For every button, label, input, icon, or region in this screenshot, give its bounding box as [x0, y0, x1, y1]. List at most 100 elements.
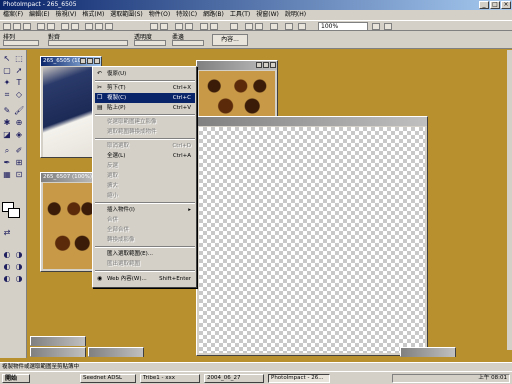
pick-tool-icon[interactable]: ↖	[2, 54, 12, 63]
doc-minimize-button[interactable]	[256, 62, 262, 68]
view-mode-icon-5[interactable]: ◐	[2, 274, 12, 283]
menu-object[interactable]: 物件(O)	[149, 10, 170, 20]
properties-button[interactable]: 內容...	[212, 34, 248, 46]
view-mode-icon-6[interactable]: ◑	[14, 274, 24, 283]
minimized-doc-2[interactable]	[30, 347, 86, 357]
doc-maximize-button[interactable]	[263, 62, 269, 68]
menu-item-select-all[interactable]: 全選(L) Ctrl+A	[95, 151, 195, 161]
view-mode-icon-3[interactable]: ◐	[2, 262, 12, 271]
menu-file[interactable]: 檔案(F)	[3, 10, 23, 20]
document-window-canvas[interactable]	[196, 116, 428, 356]
menu-item-paste[interactable]: ▤ 貼上(P) Ctrl+V	[95, 103, 195, 113]
flip-icon[interactable]	[185, 23, 193, 30]
clone-tool-icon[interactable]: ⊕	[14, 118, 24, 127]
menu-item-shrink[interactable]: 縮小	[95, 191, 195, 201]
taskbar-item-folder[interactable]: 2004_06_27	[204, 374, 264, 383]
menu-item-expand[interactable]: 擴大	[95, 181, 195, 191]
background-color[interactable]	[8, 208, 20, 218]
crop-icon[interactable]	[150, 23, 158, 30]
doc-minimize-button[interactable]	[80, 58, 86, 64]
paste-icon[interactable]	[105, 23, 113, 30]
print-icon[interactable]	[37, 23, 45, 30]
zoom-icon[interactable]	[270, 23, 278, 30]
fill-icon[interactable]	[230, 23, 238, 30]
layout-tool-icon[interactable]: ▦	[2, 170, 12, 179]
effect-icon[interactable]	[245, 23, 253, 30]
menu-tools[interactable]: 工具(T)	[230, 10, 250, 20]
open-icon[interactable]	[13, 23, 21, 30]
menu-effect[interactable]: 特效(C)	[176, 10, 197, 20]
pen-tool-icon[interactable]: ✒	[2, 158, 12, 167]
menu-selection[interactable]: 選取範圍(S)	[110, 10, 143, 20]
fill-tool-icon[interactable]: ◈	[14, 130, 24, 139]
scan-icon[interactable]	[47, 23, 55, 30]
menu-item-deselect[interactable]: 取消選取 Ctrl+D	[95, 141, 195, 151]
transform-tool-icon[interactable]: ⬚	[14, 54, 24, 63]
minimized-doc-3[interactable]	[88, 347, 144, 357]
path-tool-icon[interactable]: ◇	[14, 90, 24, 99]
doc-close-button[interactable]	[94, 58, 100, 64]
eraser-tool-icon[interactable]: ◪	[2, 130, 12, 139]
menu-item-export-selection[interactable]: 匯出選取範圍	[95, 259, 195, 269]
brush-tool-icon[interactable]: 🖌	[14, 106, 24, 115]
menu-item-copy[interactable]: ❐ 複製(C) Ctrl+C	[95, 93, 195, 103]
minimized-doc-1[interactable]	[30, 336, 86, 346]
menu-item-convert-object[interactable]: 選取範圍轉換成物件	[95, 127, 195, 137]
arrange-buttons[interactable]	[3, 40, 39, 46]
document-window-3[interactable]	[196, 60, 278, 122]
zoom-tool-icon[interactable]: ⌕	[2, 146, 12, 155]
menu-item-web-properties[interactable]: ◉ Web 內容(W)... Shift+Enter	[95, 274, 195, 284]
zoom-out-icon[interactable]	[298, 23, 306, 30]
start-button[interactable]: 開始	[2, 374, 30, 383]
view-mode-icon-1[interactable]: ◐	[2, 250, 12, 259]
taskbar-item-tribe[interactable]: Tribe1 - xxx	[140, 374, 200, 383]
soft-edge-field[interactable]	[172, 40, 204, 46]
new-icon[interactable]	[3, 23, 11, 30]
filter-icon[interactable]	[255, 23, 263, 30]
menu-view[interactable]: 檢視(V)	[56, 10, 77, 20]
close-button[interactable]: ×	[501, 1, 511, 9]
menu-item-select[interactable]: 選取	[95, 171, 195, 181]
view-mode-icon-4[interactable]: ◑	[14, 262, 24, 271]
brightness-icon[interactable]	[200, 23, 208, 30]
menu-edit[interactable]: 編輯(E)	[29, 10, 49, 20]
view-mode-icon-2[interactable]: ◑	[14, 250, 24, 259]
doc-close-button[interactable]	[270, 62, 276, 68]
menu-item-import-selection[interactable]: 匯入選取範圍(E)...	[95, 249, 195, 259]
maximize-button[interactable]: □	[490, 1, 500, 9]
menu-format[interactable]: 格式(M)	[82, 10, 104, 20]
menu-item-cut[interactable]: ✂ 剪下(T) Ctrl+X	[95, 83, 195, 93]
menu-item-undo[interactable]: ↶ 復原(U)	[95, 69, 195, 79]
minimize-button[interactable]: _	[479, 1, 489, 9]
lasso-tool-icon[interactable]: ➚	[14, 66, 24, 75]
retouch-tool-icon[interactable]: ✱	[2, 118, 12, 127]
menu-help[interactable]: 說明(H)	[285, 10, 306, 20]
color-icon[interactable]	[210, 23, 218, 30]
cut-icon[interactable]	[85, 23, 93, 30]
eyedropper-tool-icon[interactable]: ✐	[14, 146, 24, 155]
save-icon[interactable]	[23, 23, 31, 30]
align-buttons[interactable]	[48, 40, 128, 46]
copy-icon[interactable]	[95, 23, 103, 30]
menu-item-merge-all[interactable]: 全部合併	[95, 225, 195, 235]
text-tool-icon[interactable]: T	[14, 78, 24, 87]
minimized-doc-4[interactable]	[400, 347, 456, 357]
zoom-in-icon[interactable]	[285, 23, 293, 30]
redo-icon[interactable]	[71, 23, 79, 30]
menu-item-insert-object[interactable]: 插入物件(I) ▸	[95, 205, 195, 215]
menu-item-convert-image[interactable]: 轉換成影像	[95, 235, 195, 245]
transparency-field[interactable]	[134, 40, 166, 46]
undo-icon[interactable]	[61, 23, 69, 30]
doc-maximize-button[interactable]	[87, 58, 93, 64]
rotate-icon[interactable]	[175, 23, 183, 30]
menu-web[interactable]: 網路(B)	[203, 10, 224, 20]
menu-item-invert[interactable]: 反選	[95, 161, 195, 171]
taskbar-item-photoimpact[interactable]: PhotoImpact - 26...	[268, 374, 330, 383]
grid-tool-icon[interactable]: ⊞	[14, 158, 24, 167]
mode-toggle-icon[interactable]: ⇄	[2, 228, 12, 237]
resize-icon[interactable]	[160, 23, 168, 30]
zoom-select[interactable]: 100%	[318, 22, 368, 31]
help-icon[interactable]	[384, 23, 392, 30]
stitch-tool-icon[interactable]: ⊡	[14, 170, 24, 179]
taskbar-item-adsl[interactable]: Seednet ADSL	[80, 374, 136, 383]
